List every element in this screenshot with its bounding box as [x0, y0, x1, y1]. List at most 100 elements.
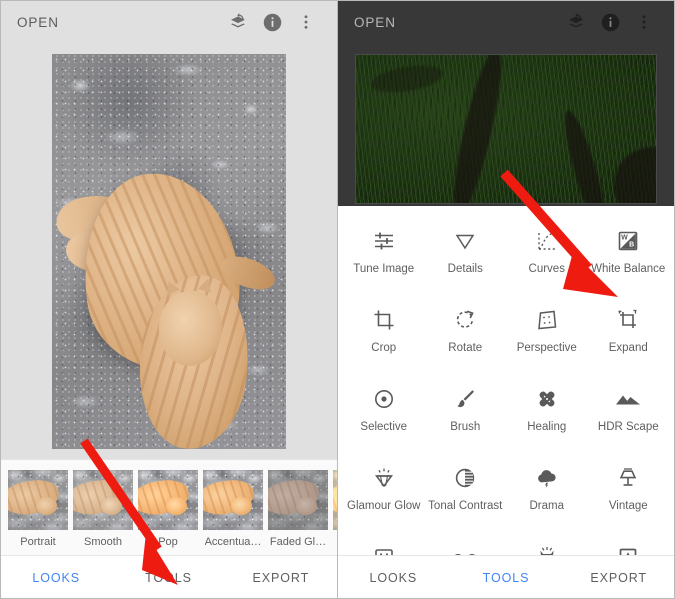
filter-label: Smooth	[84, 536, 122, 548]
tool-label: Details	[447, 263, 483, 275]
expand-icon	[616, 305, 640, 335]
tool-perspective[interactable]: Perspective	[506, 295, 588, 374]
right-tab-bar: LOOKS TOOLS EXPORT	[337, 555, 675, 599]
tools-sheet: Tune Image Details Curves W B White Bala…	[337, 206, 675, 555]
filter-label: Faded Gl…	[269, 536, 327, 548]
curves-icon	[535, 226, 559, 256]
tool-label: Crop	[371, 342, 397, 354]
tool-expand[interactable]: Expand	[588, 295, 670, 374]
grainy-film-icon	[372, 542, 396, 555]
filter-thumbnail[interactable]	[268, 470, 328, 530]
perspective-icon	[535, 305, 559, 335]
rotate-icon	[453, 305, 477, 335]
ginger-cat-photo[interactable]	[51, 54, 286, 449]
tool-grunge[interactable]	[506, 532, 588, 555]
tool-retrolux[interactable]	[425, 532, 507, 555]
tool-label: Rotate	[448, 342, 483, 354]
tool-grainy-film[interactable]	[343, 532, 425, 555]
right-app-bar: OPEN	[337, 0, 675, 44]
vintage-lamp-icon	[616, 463, 640, 493]
tab-looks[interactable]: LOOKS	[0, 571, 112, 585]
left-app-bar: OPEN	[0, 0, 337, 44]
tool-label: Glamour Glow	[347, 500, 421, 512]
healing-icon	[535, 384, 559, 414]
left-tab-bar: LOOKS TOOLS EXPORT	[0, 555, 337, 599]
filter-label: Portrait	[20, 536, 56, 548]
svg-text:W: W	[621, 235, 628, 242]
filter-label: Accentua…	[204, 536, 262, 548]
right-phone-panel: OPEN Tune Image Details Curves W B White…	[337, 0, 675, 599]
filter-item[interactable]: Smooth	[73, 470, 133, 548]
dark-grass-photo[interactable]	[355, 54, 657, 204]
left-phone-panel: OPEN Portrait Smooth Pop Accentua… Faded…	[0, 0, 337, 599]
overflow-menu-icon[interactable]	[627, 5, 661, 39]
open-label[interactable]: OPEN	[17, 15, 59, 30]
tool-label: Selective	[360, 421, 408, 433]
layers-undo-icon[interactable]	[559, 5, 593, 39]
tool-label: Drama	[529, 500, 564, 512]
tool-label: White Balance	[591, 263, 666, 275]
tab-export[interactable]: EXPORT	[225, 571, 337, 585]
layers-undo-icon[interactable]	[221, 5, 255, 39]
tab-tools[interactable]: TOOLS	[112, 571, 224, 585]
glamour-glow-icon	[372, 463, 396, 493]
info-icon[interactable]	[255, 5, 289, 39]
tool-frames[interactable]	[588, 532, 670, 555]
cat-subject	[51, 54, 286, 449]
tools-grid: Tune Image Details Curves W B White Bala…	[343, 216, 669, 555]
tool-label: Healing	[527, 421, 567, 433]
left-photo-stage[interactable]	[0, 44, 337, 459]
panel-divider	[337, 0, 338, 599]
filter-item[interactable]: Pop	[138, 470, 198, 548]
selective-icon	[372, 384, 396, 414]
white-balance-icon: W B	[616, 226, 640, 256]
tool-healing[interactable]: Healing	[506, 374, 588, 453]
tool-drama[interactable]: Drama	[506, 453, 588, 532]
tool-label: Brush	[450, 421, 481, 433]
tab-looks[interactable]: LOOKS	[337, 571, 450, 585]
filter-thumbnail[interactable]	[8, 470, 68, 530]
tool-rotate[interactable]: Rotate	[425, 295, 507, 374]
filter-item[interactable]: Portrait	[8, 470, 68, 548]
mountains-icon	[615, 384, 641, 414]
filter-thumbnail[interactable]	[138, 470, 198, 530]
tool-tonal-contrast[interactable]: Tonal Contrast	[425, 453, 507, 532]
tool-label: Expand	[608, 342, 648, 354]
overflow-menu-icon[interactable]	[289, 5, 323, 39]
tool-vintage[interactable]: Vintage	[588, 453, 670, 532]
tab-export[interactable]: EXPORT	[562, 571, 675, 585]
looks-filmstrip[interactable]: Portrait Smooth Pop Accentua… Faded Gl…	[0, 459, 337, 555]
tool-label: HDR Scape	[597, 421, 659, 433]
tool-brush[interactable]: Brush	[425, 374, 507, 453]
svg-text:B: B	[629, 242, 634, 249]
tool-selective[interactable]: Selective	[343, 374, 425, 453]
tool-label: Tune Image	[353, 263, 415, 275]
filter-thumbnail[interactable]	[203, 470, 263, 530]
tool-tune-image[interactable]: Tune Image	[343, 216, 425, 295]
crop-icon	[372, 305, 396, 335]
tool-label: Tonal Contrast	[428, 500, 503, 512]
tool-label: Curves	[528, 263, 565, 275]
info-icon[interactable]	[593, 5, 627, 39]
filter-item[interactable]: Faded Gl…	[268, 470, 328, 548]
tonal-contrast-icon	[453, 463, 477, 493]
grunge-head-icon	[535, 542, 559, 555]
drama-cloud-icon	[535, 463, 559, 493]
retrolux-moustache-icon	[452, 542, 478, 555]
tool-curves[interactable]: Curves	[506, 216, 588, 295]
filter-label: Pop	[158, 536, 178, 548]
brush-icon	[453, 384, 477, 414]
tool-hdr-scape[interactable]: HDR Scape	[588, 374, 670, 453]
tool-crop[interactable]: Crop	[343, 295, 425, 374]
tab-tools[interactable]: TOOLS	[450, 571, 563, 585]
triangle-down-icon	[453, 226, 477, 256]
tool-label: Vintage	[608, 500, 648, 512]
open-label[interactable]: OPEN	[354, 15, 396, 30]
filter-thumbnail[interactable]	[73, 470, 133, 530]
tool-glamour-glow[interactable]: Glamour Glow	[343, 453, 425, 532]
tool-white-balance[interactable]: W B White Balance	[588, 216, 670, 295]
filter-item[interactable]: Accentua…	[203, 470, 263, 548]
tool-label: Perspective	[516, 342, 577, 354]
tool-details[interactable]: Details	[425, 216, 507, 295]
screenshot-root: OPEN Portrait Smooth Pop Accentua… Faded…	[0, 0, 675, 599]
